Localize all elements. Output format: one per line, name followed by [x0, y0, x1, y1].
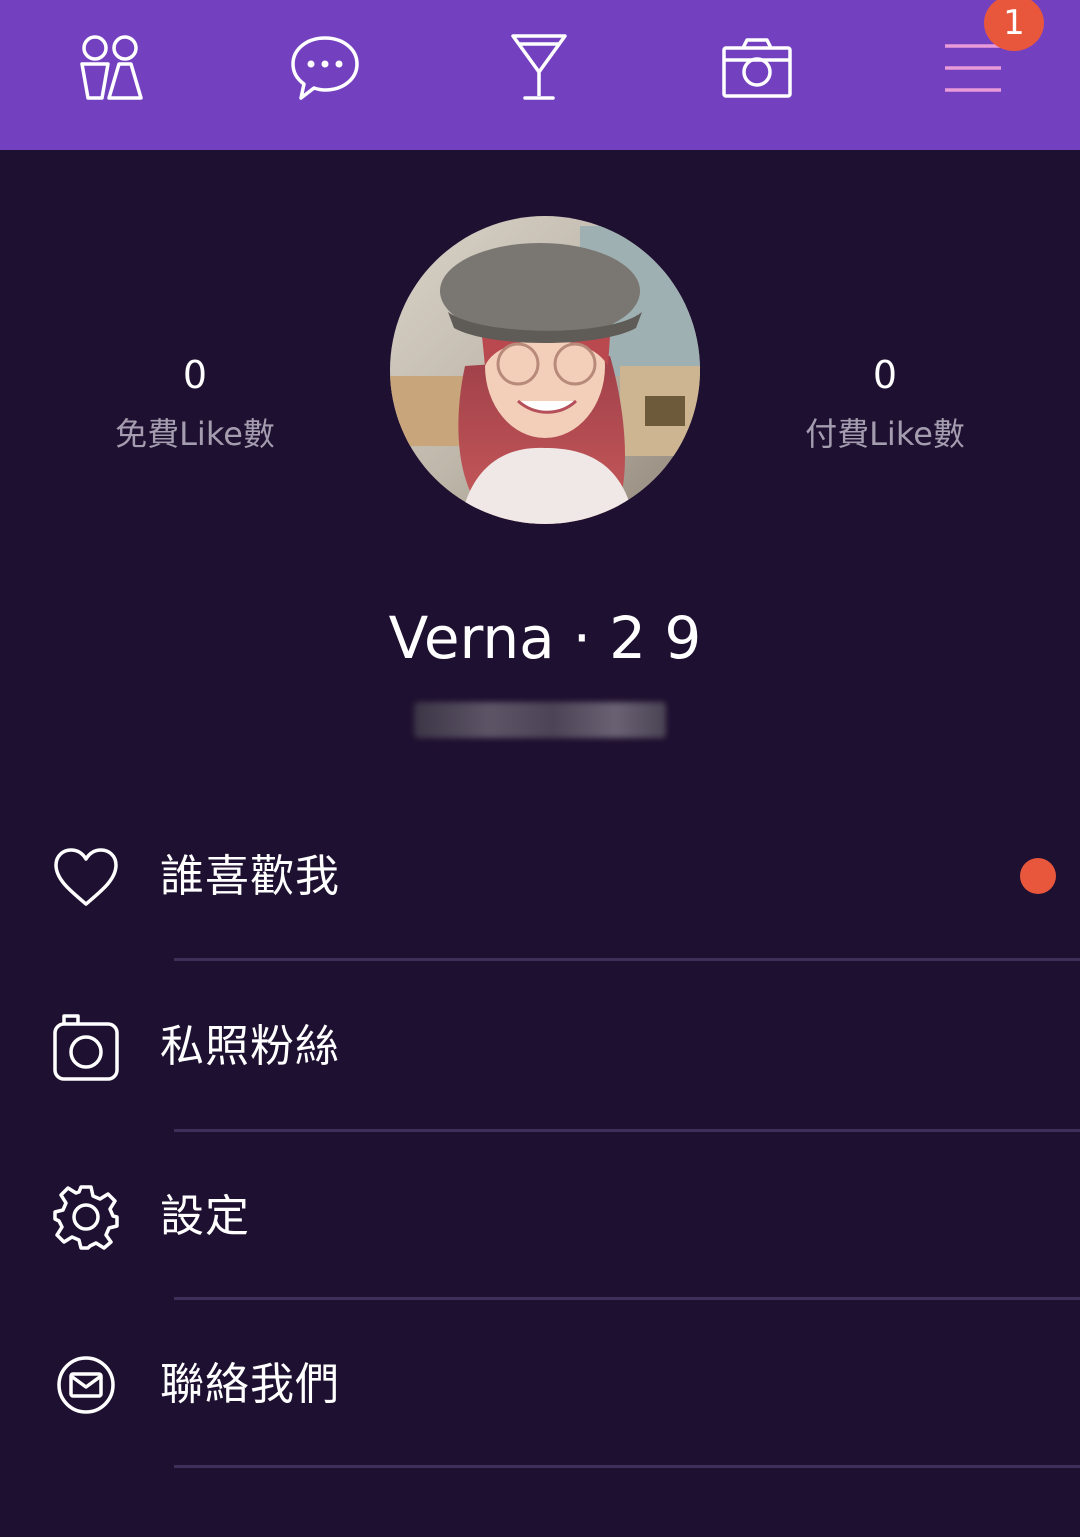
menu-item-label: 私照粉絲	[160, 1021, 340, 1072]
menu-item-label: 誰喜歡我	[160, 851, 340, 902]
menu-divider	[174, 1465, 1080, 1468]
top-nav-bar: 1	[0, 0, 1080, 150]
free-likes-count: 0	[182, 353, 208, 397]
nav-photo-button[interactable]	[702, 18, 812, 118]
menu-divider	[174, 958, 1080, 961]
profile-age: 2 9	[609, 604, 702, 672]
redacted-info	[414, 702, 666, 738]
menu-item-private-photo-fans[interactable]: 私照粉絲	[0, 982, 1080, 1112]
profile-avatar[interactable]	[390, 216, 700, 524]
nav-friends-button[interactable]	[56, 18, 166, 118]
hamburger-menu-icon	[945, 44, 1001, 92]
camera-icon	[48, 982, 124, 1112]
cocktail-glass-icon	[511, 34, 567, 100]
paid-likes-stat: 0 付費Like數	[735, 350, 1035, 456]
notification-dot	[1020, 858, 1056, 894]
menu-notification-badge: 1	[984, 0, 1044, 51]
menu-item-settings[interactable]: 設定	[0, 1152, 1080, 1282]
chat-bubble-icon	[291, 36, 359, 100]
paid-likes-label: 付費Like數	[805, 415, 965, 453]
people-icon	[80, 35, 143, 100]
nav-chat-button[interactable]	[270, 18, 380, 118]
profile-name-age: Verna · 2 9	[0, 600, 1080, 676]
nav-bar-button[interactable]	[484, 18, 594, 118]
profile-name: Verna	[388, 604, 555, 672]
menu-divider	[174, 1129, 1080, 1132]
menu-item-label: 設定	[160, 1191, 250, 1242]
avatar-photo	[390, 216, 700, 524]
name-age-separator: ·	[572, 604, 592, 672]
menu-item-contact-us[interactable]: 聯絡我們	[0, 1320, 1080, 1450]
paid-likes-count: 0	[872, 353, 898, 397]
gear-icon	[48, 1152, 124, 1282]
camera-icon	[722, 38, 792, 98]
menu-divider	[174, 1297, 1080, 1300]
free-likes-stat: 0 免費Like數	[45, 350, 345, 456]
free-likes-label: 免費Like數	[115, 415, 275, 453]
menu-item-label: 聯絡我們	[160, 1359, 340, 1410]
menu-item-who-likes-me[interactable]: 誰喜歡我	[0, 812, 1080, 942]
mail-icon	[48, 1320, 124, 1450]
heart-icon	[48, 812, 124, 942]
